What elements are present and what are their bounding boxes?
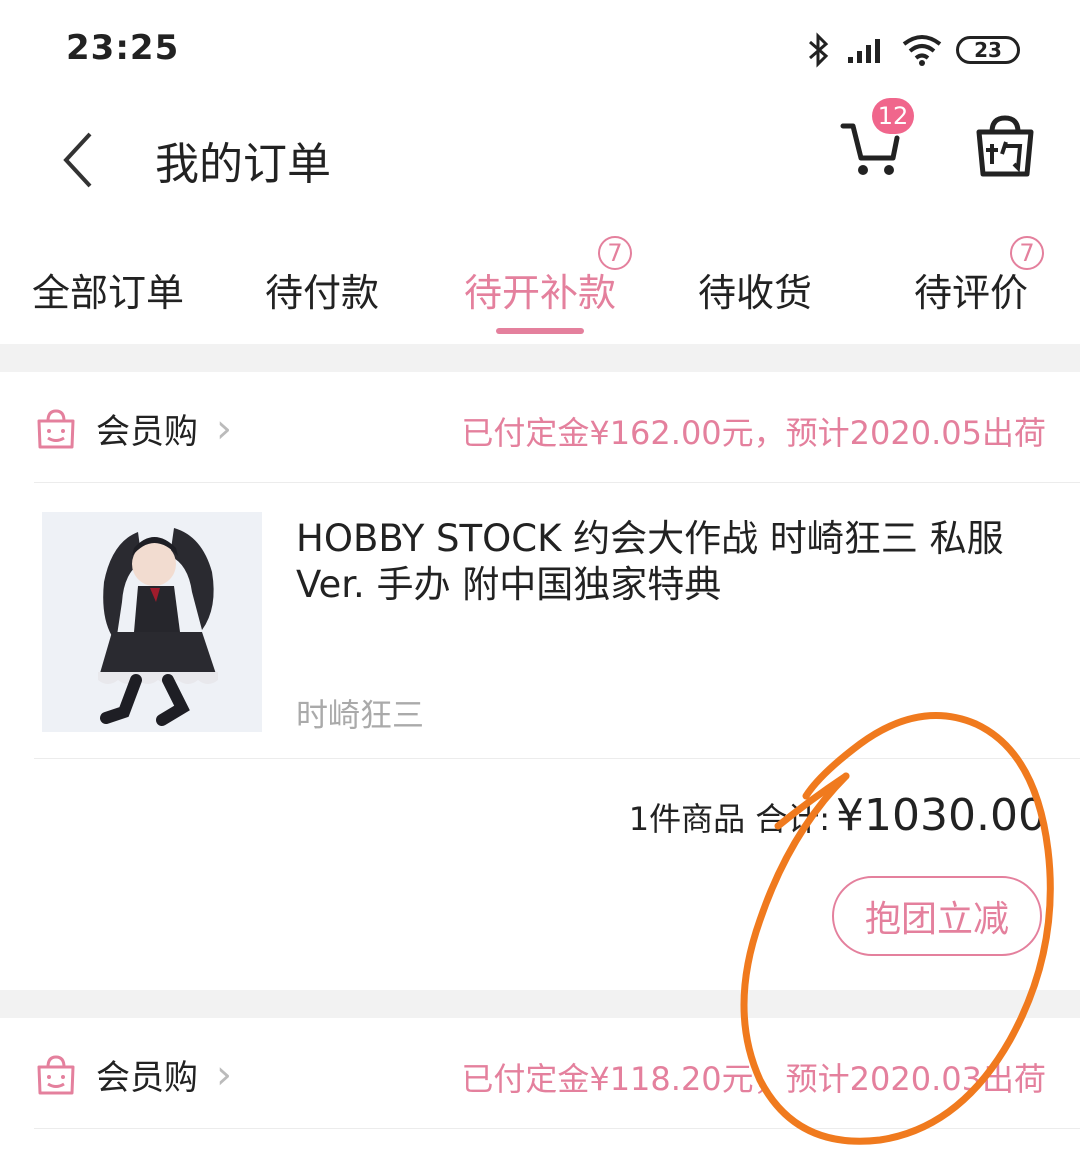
tab-pending-balance[interactable]: 待开补款	[464, 262, 616, 317]
tab-all-orders[interactable]: 全部订单	[32, 262, 184, 317]
order-store-link[interactable]: 会员购 ›	[34, 404, 232, 453]
divider	[34, 482, 1080, 483]
battery-indicator: 23	[956, 36, 1020, 64]
divider	[34, 1128, 1080, 1129]
figure-image	[42, 512, 262, 732]
signal-icon	[848, 39, 880, 63]
product-title[interactable]: HOBBY STOCK 约会大作战 时崎狂三 私服 Ver. 手办 附中国独家特…	[296, 516, 1036, 608]
status-icons: 23	[806, 30, 1020, 70]
store-name: 会员购	[96, 412, 198, 452]
order-store-link[interactable]: 会员购 ›	[34, 1050, 232, 1099]
store-bag-icon	[37, 1054, 75, 1094]
section-gap	[0, 344, 1080, 372]
group-discount-button[interactable]: 抱团立减	[832, 876, 1042, 956]
tab-active-indicator	[496, 328, 584, 334]
status-time: 23:25	[66, 28, 180, 68]
order-status: 已付定金¥162.00元，预计2020.05出荷	[461, 414, 1046, 452]
store-name: 会员购	[96, 1058, 198, 1098]
order-total: 1件商品 合计: ¥1030.00	[629, 790, 1046, 841]
shopping-bag-icon	[976, 115, 1034, 177]
tab-pending-review-badge: 7	[1010, 236, 1044, 270]
wifi-icon	[902, 35, 942, 66]
bluetooth-icon	[809, 32, 829, 68]
chevron-left-icon	[63, 132, 92, 188]
back-button[interactable]	[50, 120, 110, 200]
tab-pending-receipt[interactable]: 待收货	[698, 262, 812, 317]
chevron-right-icon: ›	[216, 1051, 232, 1098]
tab-pending-balance-badge: 7	[598, 236, 632, 270]
section-gap	[0, 990, 1080, 1018]
tab-pending-review[interactable]: 待评价	[914, 262, 1028, 317]
divider	[34, 758, 1080, 759]
product-spec: 时崎狂三	[296, 696, 425, 734]
total-price: ¥1030.00	[836, 790, 1046, 841]
product-image[interactable]	[42, 512, 262, 732]
cart-count-badge: 12	[872, 98, 914, 134]
chevron-right-icon: ›	[216, 405, 232, 452]
order-status: 已付定金¥118.20元，预计2020.03出荷	[461, 1060, 1046, 1098]
total-count-label: 1件商品 合计:	[628, 800, 831, 838]
shop-button[interactable]	[970, 112, 1040, 178]
page-title: 我的订单	[155, 139, 331, 190]
tab-pending-payment[interactable]: 待付款	[265, 262, 379, 317]
store-bag-icon	[37, 408, 75, 448]
